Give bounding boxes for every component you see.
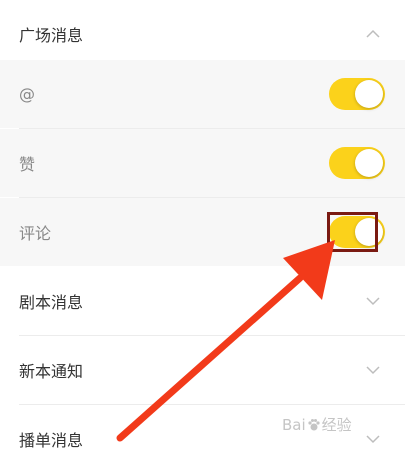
toggle-knob — [355, 149, 383, 177]
chevron-down-icon — [366, 434, 380, 444]
section-title-new-notice: 新本通知 — [19, 362, 84, 381]
section-header-new-notice[interactable]: 新本通知 — [0, 336, 405, 404]
mention-toggle[interactable] — [329, 78, 385, 110]
setting-label-comment: 评论 — [19, 224, 52, 243]
setting-label-like: 赞 — [19, 155, 36, 174]
section-title-plaza: 广场消息 — [19, 26, 84, 45]
setting-row-like: 赞 — [0, 129, 405, 197]
like-toggle[interactable] — [329, 147, 385, 179]
message-settings-page: 广场消息 @ 赞 评论 剧本消息 新本通知 播单消息 Bai 经验 — [0, 0, 405, 463]
annotation-highlight-box — [327, 212, 378, 252]
section-title-script: 剧本消息 — [19, 293, 84, 312]
section-header-plaza[interactable]: 广场消息 — [0, 0, 405, 68]
chevron-down-icon — [366, 296, 380, 306]
section-title-playlist: 播单消息 — [19, 431, 84, 450]
setting-label-mention: @ — [19, 84, 35, 104]
setting-row-mention: @ — [0, 60, 405, 128]
baidu-paw-icon — [308, 419, 320, 431]
baidu-watermark: Bai 经验 — [282, 416, 352, 434]
chevron-up-icon — [366, 29, 380, 39]
toggle-knob — [355, 80, 383, 108]
section-header-script[interactable]: 剧本消息 — [0, 267, 405, 335]
chevron-down-icon — [366, 365, 380, 375]
